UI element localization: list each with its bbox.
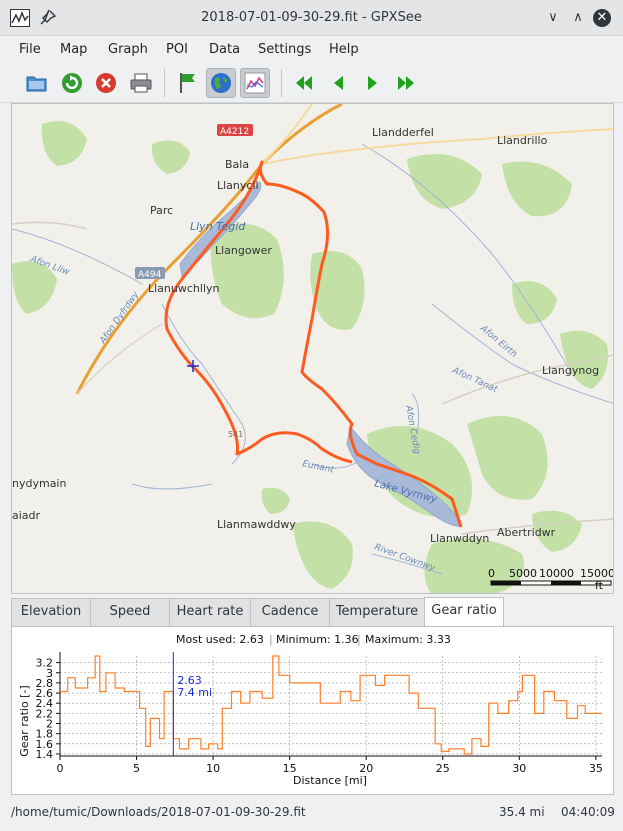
- maximum-label: Maximum: 3.33: [365, 633, 451, 646]
- place-label: Abertridwr: [497, 526, 556, 539]
- place-label: Llanwddyn: [430, 532, 489, 545]
- previous-file-icon[interactable]: [323, 68, 353, 98]
- gear-ratio-series: [60, 655, 602, 755]
- place-label: Llanuwchllyn: [148, 282, 220, 295]
- place-label: Llandderfel: [372, 126, 434, 139]
- y-tick-label: 3.2: [36, 657, 54, 670]
- map-view[interactable]: A4212 A494 Llandderfel Llandrillo Bala L…: [11, 103, 614, 594]
- tab-speed[interactable]: Speed: [90, 598, 170, 626]
- x-tick-label: 10: [206, 762, 220, 775]
- status-bar: /home/tumic/Downloads/2018-07-01-09-30-2…: [0, 797, 623, 831]
- graph-tabs: Elevation Speed Heart rate Cadence Tempe…: [11, 597, 614, 627]
- close-window-button[interactable]: ✕: [593, 9, 611, 27]
- place-label: aiadr: [12, 509, 41, 522]
- place-label: Bala: [225, 158, 249, 171]
- minimize-button[interactable]: ∨: [544, 9, 562, 27]
- lake-label: Llyn Tegid: [190, 220, 246, 233]
- place-label: Llangynog: [542, 364, 599, 377]
- print-icon[interactable]: [126, 68, 156, 98]
- toolbar: [0, 63, 623, 103]
- x-tick-label: 35: [589, 762, 603, 775]
- tab-heart-rate[interactable]: Heart rate: [169, 598, 251, 626]
- x-tick-label: 30: [512, 762, 526, 775]
- tab-temperature[interactable]: Temperature: [329, 598, 425, 626]
- svg-text:|: |: [357, 633, 361, 646]
- svg-text:5000: 5000: [509, 567, 537, 580]
- graph-info: Most used: 2.63 | Minimum: 1.36 | Maximu…: [176, 633, 451, 646]
- total-distance: 35.4 mi: [499, 805, 545, 819]
- tab-cadence[interactable]: Cadence: [250, 598, 330, 626]
- gear-ratio-graph[interactable]: Most used: 2.63 | Minimum: 1.36 | Maximu…: [11, 626, 614, 795]
- tab-gear-ratio[interactable]: Gear ratio: [424, 597, 504, 627]
- most-used-label: Most used: 2.63: [176, 633, 264, 646]
- menu-data[interactable]: Data: [209, 42, 240, 57]
- reload-icon[interactable]: [57, 68, 87, 98]
- x-tick-label: 25: [436, 762, 450, 775]
- menu-help[interactable]: Help: [329, 42, 359, 57]
- maximize-button[interactable]: ∧: [569, 9, 587, 27]
- total-time: 04:40:09: [561, 805, 615, 819]
- svg-text:10000: 10000: [539, 567, 574, 580]
- x-axis-label: Distance [mi]: [293, 774, 367, 787]
- title-bar: 2018-07-01-09-30-29.fit - GPXSee ∨ ∧ ✕: [0, 0, 623, 36]
- y-axis-label: Gear ratio [-]: [18, 685, 31, 756]
- minimum-label: Minimum: 1.36: [276, 633, 359, 646]
- place-label: Llanycil: [217, 179, 259, 192]
- place-label: Llanmawddwy: [217, 518, 296, 531]
- close-file-icon[interactable]: [91, 68, 121, 98]
- place-label: nydymain: [12, 477, 66, 490]
- place-label: Llandrillo: [497, 134, 548, 147]
- tab-elevation[interactable]: Elevation: [11, 598, 91, 626]
- map-canvas[interactable]: A4212 A494 Llandderfel Llandrillo Bala L…: [12, 104, 614, 594]
- svg-text:0: 0: [488, 567, 495, 580]
- map-globe-icon[interactable]: [206, 68, 236, 98]
- spot-height-label: 541: [228, 430, 243, 439]
- svg-text:|: |: [269, 633, 273, 646]
- menu-file[interactable]: File: [19, 42, 41, 57]
- cursor-distance-label: 7.4 mi: [177, 686, 212, 699]
- next-file-icon[interactable]: [357, 68, 387, 98]
- last-file-icon[interactable]: [391, 68, 421, 98]
- graph-icon[interactable]: [240, 68, 270, 98]
- menu-graph[interactable]: Graph: [108, 42, 148, 57]
- place-label: Parc: [150, 204, 173, 217]
- menu-map[interactable]: Map: [60, 42, 87, 57]
- svg-text:ft: ft: [595, 579, 604, 592]
- menu-settings[interactable]: Settings: [258, 42, 311, 57]
- road-label: A4212: [220, 127, 249, 137]
- open-icon[interactable]: [22, 68, 52, 98]
- file-path: /home/tumic/Downloads/2018-07-01-09-30-2…: [11, 805, 306, 819]
- poi-flag-icon[interactable]: [172, 68, 202, 98]
- plot-area: 1.41.61.822.22.42.62.833.20 5 10 15 20 25 30 35…: [36, 652, 603, 775]
- menu-bar: File Map Graph POI Data Settings Help: [0, 37, 623, 63]
- place-label: Llangower: [215, 244, 272, 257]
- toolbar-separator: [164, 69, 165, 97]
- window-title: 2018-07-01-09-30-29.fit - GPXSee: [201, 10, 422, 25]
- menu-poi[interactable]: POI: [166, 42, 188, 57]
- x-tick-label: 0: [57, 762, 64, 775]
- road-label: A494: [138, 270, 162, 280]
- x-tick-label: 5: [133, 762, 140, 775]
- toolbar-separator: [281, 69, 282, 97]
- first-file-icon[interactable]: [289, 68, 319, 98]
